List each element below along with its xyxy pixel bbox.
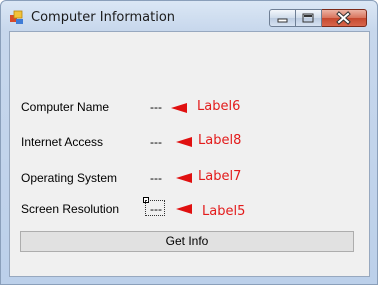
- annotation-arrow: [176, 204, 192, 214]
- label-internet-access: Internet Access: [21, 135, 104, 149]
- label-screen-resolution: Screen Resolution: [21, 202, 120, 216]
- close-icon: [336, 11, 351, 25]
- title-bar[interactable]: Computer Information: [1, 1, 377, 31]
- value-computer-name: ---: [150, 100, 162, 114]
- value-operating-system: ---: [150, 171, 162, 185]
- forms-app-icon: [10, 10, 23, 24]
- minimize-icon: [277, 18, 288, 23]
- annotation-arrow: [171, 103, 187, 113]
- annotation-label5: Label5: [202, 204, 246, 219]
- value-screen-resolution: ---: [150, 202, 162, 216]
- get-info-button[interactable]: Get Info: [20, 231, 354, 252]
- annotation-label7: Label7: [198, 169, 242, 184]
- close-button[interactable]: [322, 9, 367, 27]
- label-computer-name: Computer Name: [21, 100, 110, 114]
- annotation-arrow: [176, 137, 192, 147]
- value-internet-access: ---: [150, 135, 162, 149]
- window-title: Computer Information: [31, 10, 176, 25]
- maximize-icon: [302, 13, 314, 23]
- label-operating-system: Operating System: [21, 171, 118, 185]
- minimize-button[interactable]: [269, 9, 296, 27]
- annotation-label8: Label8: [198, 133, 242, 148]
- maximize-button[interactable]: [296, 9, 322, 27]
- annotation-label6: Label6: [197, 99, 241, 114]
- annotation-arrow: [176, 173, 192, 183]
